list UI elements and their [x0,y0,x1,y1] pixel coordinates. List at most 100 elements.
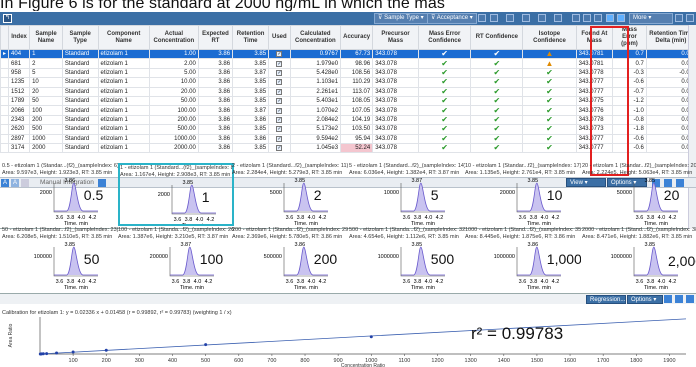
chromatogram-thumb[interactable]: 1000 - etizolam 1 (Stand...f2)_(sampleIn… [465,227,581,290]
chromatogram-thumb[interactable]: 20 - etizolam 1 (Standar...f2)_(sampleIn… [582,163,696,226]
x-tick-label: 400 [168,358,177,364]
table-row[interactable]: 3174 2000 Standard etizolam 1 2000.00 3.86 3.8… [0,142,696,154]
toolbar-icon-11[interactable] [617,14,625,22]
column-header[interactable]: Index [8,25,31,50]
table-cell: 343.0777 [575,86,614,97]
chromatogram-thumb[interactable]: 2000 - etizolam 1 (Stand...f2)_(sampleIn… [582,227,696,290]
used-checkbox[interactable]: ✓ [276,51,283,58]
sample-type-dropdown[interactable]: ⊽ Sample Type ▾ [374,13,428,24]
row-selector[interactable] [0,86,10,97]
used-checkbox[interactable]: ✓ [276,98,283,105]
used-checkbox[interactable]: ✓ [276,145,283,152]
table-cell: etizolam 1 [97,124,150,135]
table-row[interactable]: 1512 20 Standard etizolam 1 20.00 3.86 3.85 ✓ 2.… [0,86,696,97]
used-checkbox[interactable]: ✓ [276,116,283,123]
row-selector[interactable] [0,58,10,69]
used-checkbox[interactable]: ✓ [276,135,283,142]
toolbar-icon-13[interactable] [686,14,694,22]
table-row[interactable]: 2897 1000 Standard etizolam 1 1000.00 3.86 3.8… [0,133,696,144]
column-header[interactable]: Mass Error (ppm) [612,25,647,50]
table-cell: 343.078 [372,124,419,135]
row-selector[interactable] [0,77,10,88]
chromatogram-thumb[interactable]: 200 - etizolam 1 (Standa...f2)_(sampleIn… [232,227,348,290]
thumb-title: 200 - etizolam 1 (Standa...f2)_(sampleIn… [232,227,348,233]
chromatogram-thumb[interactable]: 10 - etizolam 1 (Standar...f2)_(sampleIn… [465,163,581,226]
column-header[interactable]: Component Name [97,25,150,50]
chromatogram-thumb[interactable]: 2 - etizolam 1 (Standard...f2)_(sampleIn… [232,163,348,226]
table-cell: 50.00 [148,95,199,107]
toolbar-icon-6[interactable] [554,14,562,22]
column-header[interactable]: Mass Error Confidence [417,25,472,50]
row-selector[interactable]: ▸ [0,48,10,60]
regression-button[interactable]: Regression... [586,295,626,304]
app-icon[interactable]: ↰ [3,14,12,23]
calib-icon-c[interactable] [686,295,694,303]
column-header[interactable]: Isotope Confidence [522,25,577,50]
table-row[interactable]: 681 2 Standard etizolam 1 2.00 3.86 3.85 ✓ 1.979… [0,58,696,69]
row-selector[interactable] [0,124,10,135]
used-checkbox[interactable]: ✓ [276,60,283,67]
toolbar-icon-10[interactable] [606,14,614,22]
table-row[interactable]: ▸ 404 1 Standard etizolam 1 1.00 3.86 3.85 ✓ 0.97… [0,48,696,60]
calibration-options-dropdown[interactable]: Options ▾ [627,295,663,304]
used-checkbox[interactable]: ✓ [276,88,283,95]
chromatogram-thumb[interactable]: 1 - etizolam 1 (Standard...(f2)_(sampleI… [118,163,234,226]
chromatogram-thumb[interactable]: 500 - etizolam 1 (Standa...f2)_(sampleIn… [349,227,465,290]
used-checkbox[interactable]: ✓ [276,107,283,114]
toolbar-icon-9[interactable] [594,14,602,22]
table-cell: ✔ [470,67,524,79]
row-selector[interactable] [0,142,10,154]
column-header[interactable]: Precursor Mass [372,25,419,50]
table-row[interactable]: 1789 50 Standard etizolam 1 50.00 3.86 3.85 ✓ 5.… [0,95,696,107]
table-row[interactable]: 958 5 Standard etizolam 1 5.00 3.86 3.87 ✓ 5.428… [0,67,696,79]
column-header[interactable]: Retention Time [232,25,270,50]
table-row[interactable]: 2620 500 Standard etizolam 1 500.00 3.86 3.85 ✓… [0,124,696,135]
calib-icon-b[interactable] [675,295,683,303]
y-tick-label: 1000000 [494,254,515,260]
table-row[interactable]: 1235 10 Standard etizolam 1 10.00 3.86 3.85 ✓ 1.… [0,77,696,88]
column-header[interactable]: RT Confidence [470,25,524,50]
toolbar-icon-12[interactable] [675,14,683,22]
toolbar-icon-8[interactable] [583,14,591,22]
table-cell: 1789 [8,95,31,107]
toolbar-icon-4[interactable] [522,14,530,22]
caption-text: In Figure 6 is for the standard at 2000 … [0,0,445,11]
used-checkbox[interactable]: ✓ [276,79,283,86]
column-header[interactable]: Calculated Concentration [289,25,342,50]
acceptance-dropdown[interactable]: ⊽ Acceptance ▾ [427,13,477,24]
table-cell: etizolam 1 [97,48,150,60]
toolbar-icon-1[interactable] [478,14,486,22]
chromatogram-thumb[interactable]: 0.5 - etizolam 1 (Standar...(f2)_(sample… [2,163,118,226]
row-selector[interactable] [0,95,10,107]
table-cell: ✔ [522,114,577,126]
table-row[interactable]: 2066 100 Standard etizolam 1 100.00 3.86 3.87 ✓… [0,105,696,116]
chromatogram-thumb[interactable]: 50 - etizolam 1 (Standar...f2)_(sampleIn… [2,227,118,290]
chromatogram-thumb[interactable]: 5 - etizolam 1 (Standard...f2)_(sampleIn… [349,163,465,226]
thumb-title: 2 - etizolam 1 (Standard...f2)_(sampleIn… [232,163,348,169]
row-selector[interactable] [0,133,10,144]
table-cell: 343.078 [372,114,419,126]
column-header[interactable]: Found At Mass [575,25,614,50]
row-selector[interactable] [0,105,10,116]
toolbar-icon-2[interactable] [490,14,498,22]
chromatogram-thumb[interactable]: 100 - etizolam 1 (Standa...f2)_(sampleIn… [118,227,234,290]
table-row[interactable]: 2343 200 Standard etizolam 1 200.00 3.86 3.86 ✓… [0,114,696,126]
more-dropdown[interactable]: More ▾ [629,13,673,24]
used-checkbox[interactable]: ✓ [276,69,283,76]
column-header[interactable]: Expected RT [197,25,234,50]
x-tick-label: 3.6 [403,279,411,285]
table-cell: 3.85 [232,48,270,60]
column-header[interactable]: Sample Name [29,25,63,50]
row-selector[interactable] [0,67,10,79]
column-header[interactable]: Used [268,25,291,50]
toolbar-icon-5[interactable] [538,14,546,22]
calib-icon-a[interactable] [664,295,672,303]
row-selector[interactable] [0,114,10,126]
table-cell: 67.73 [340,48,374,60]
toolbar-icon-7[interactable] [572,14,580,22]
column-header[interactable]: Sample Type [61,25,99,50]
column-header[interactable]: Accuracy [340,25,374,50]
used-checkbox[interactable]: ✓ [276,126,283,133]
column-header[interactable]: Actual Concentration [148,25,199,50]
toolbar-icon-3[interactable] [506,14,514,22]
